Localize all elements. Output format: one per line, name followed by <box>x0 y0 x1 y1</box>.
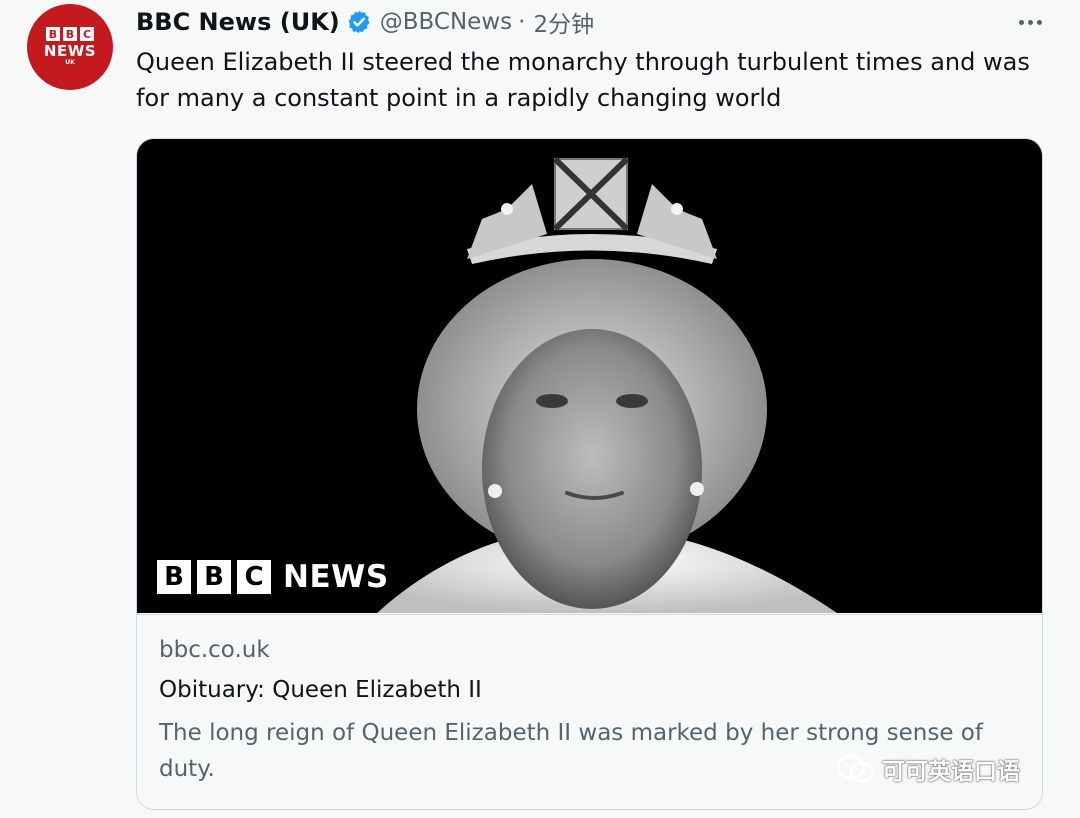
watermark: 可可英语口语 <box>836 752 1020 786</box>
verified-badge-icon <box>346 9 372 35</box>
avatar-block: B <box>46 27 60 41</box>
logo-block: C <box>237 560 271 594</box>
tweet-timestamp[interactable]: 2分钟 <box>533 5 594 39</box>
watermark-text: 可可英语口语 <box>882 759 1020 785</box>
tweet-text: Queen Elizabeth II steered the monarchy … <box>136 48 1030 112</box>
author-name[interactable]: BBC News (UK) <box>136 8 340 36</box>
author-handle[interactable]: @BBCNews <box>380 9 512 35</box>
link-preview-card[interactable]: B B C NEWS bbc.co.uk Obituary: Queen Eli… <box>136 138 1043 810</box>
wechat-icon <box>836 754 876 784</box>
logo-block: B <box>157 560 191 594</box>
avatar-uk-word: UK <box>65 59 75 66</box>
bbc-news-logo: B B C NEWS <box>157 559 389 595</box>
more-options-icon[interactable] <box>1010 6 1050 38</box>
avatar-news-word: NEWS <box>43 42 97 60</box>
logo-news-word: NEWS <box>283 559 389 595</box>
card-title: Obituary: Queen Elizabeth II <box>159 677 482 703</box>
logo-block: B <box>197 560 231 594</box>
avatar-block: C <box>80 27 94 41</box>
card-image-queen-portrait[interactable]: B B C NEWS <box>137 139 1042 613</box>
card-domain: bbc.co.uk <box>159 637 270 663</box>
separator-dot: · <box>518 9 526 35</box>
tweet-header: BBC News (UK) @BBCNews · 2分钟 <box>136 6 594 38</box>
avatar-bbc-blocks: B B C <box>46 27 94 41</box>
author-avatar[interactable]: B B C NEWS UK <box>27 4 113 90</box>
avatar-block: B <box>63 27 77 41</box>
